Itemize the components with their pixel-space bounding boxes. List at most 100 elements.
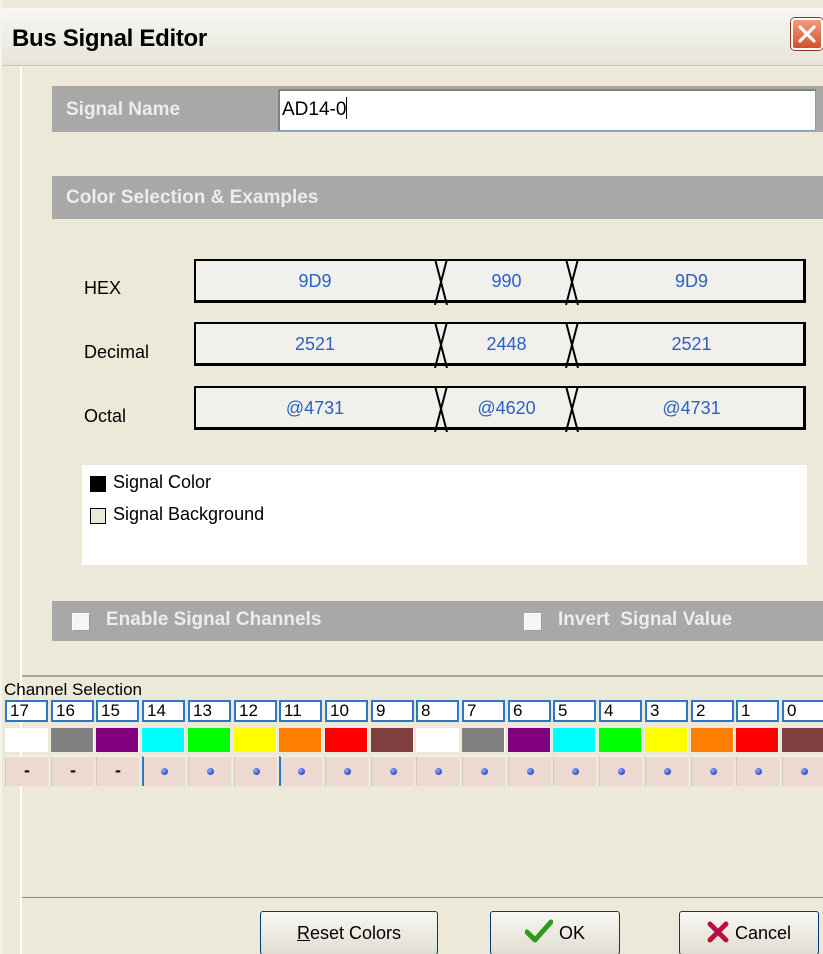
channel-number[interactable]: 10 xyxy=(325,700,368,722)
channel-color-swatch[interactable] xyxy=(736,728,779,752)
channel-enabled-dot-icon xyxy=(161,768,168,775)
channel-color-swatch[interactable] xyxy=(691,728,734,752)
channel-enabled-dot-icon xyxy=(754,768,762,775)
decimal-label: Decimal xyxy=(84,342,150,362)
channel-mode-toggle[interactable] xyxy=(736,756,779,786)
channel-number[interactable]: 11 xyxy=(279,700,322,722)
signal-background-label[interactable]: Signal Background xyxy=(113,504,264,525)
channel-mode-toggle[interactable] xyxy=(691,756,734,786)
channel-color-swatch[interactable] xyxy=(508,728,551,752)
channel-number[interactable]: 17 xyxy=(5,700,48,722)
signal-name-input[interactable]: AD14-0 xyxy=(278,89,816,131)
ok-button[interactable]: OK xyxy=(490,911,620,954)
channel-color-swatch[interactable] xyxy=(5,728,48,752)
signal-color-swatch[interactable] xyxy=(90,476,106,492)
channel-mode-toggle[interactable] xyxy=(508,756,551,786)
reset-colors-button[interactable]: Reset Colors xyxy=(260,911,438,954)
channel-mode-toggle[interactable] xyxy=(279,756,322,786)
channel-mode-toggle[interactable] xyxy=(325,756,368,786)
channel-number[interactable]: 7 xyxy=(462,700,505,722)
channel-color-swatch[interactable] xyxy=(599,728,642,752)
channel-enabled-dot-icon xyxy=(800,768,808,775)
channel-color-swatch[interactable] xyxy=(462,728,505,752)
enable-channels-checkbox[interactable] xyxy=(72,613,90,631)
hex-waveform[interactable]: 9D9 990 9D9 xyxy=(194,259,806,305)
channel-disabled-dash: - xyxy=(24,760,30,780)
transition-mark xyxy=(565,386,579,432)
signal-name-label: Signal Name xyxy=(66,99,181,120)
channel-mode-toggle[interactable] xyxy=(188,756,231,786)
channel-mode-toggle[interactable] xyxy=(645,756,688,786)
section-divider xyxy=(22,675,823,677)
channel-number[interactable]: 9 xyxy=(371,700,414,722)
signal-background-swatch[interactable] xyxy=(90,508,106,524)
decimal-value-2: 2448 xyxy=(486,334,527,354)
channel-number[interactable]: 3 xyxy=(645,700,688,722)
channel-mode-toggle[interactable]: - xyxy=(51,756,94,786)
channel-color-swatch[interactable] xyxy=(371,728,414,752)
options-band: Enable Signal Channels Invert Signal Val… xyxy=(52,601,823,641)
decimal-waveform[interactable]: 2521 2448 2521 xyxy=(194,322,806,368)
dialog-window: Bus Signal Editor Signal Name AD14-0 Col… xyxy=(0,0,823,954)
channel-number[interactable]: 6 xyxy=(508,700,551,722)
channel-number[interactable]: 13 xyxy=(188,700,231,722)
channel-color-swatch[interactable] xyxy=(325,728,368,752)
channel-color-swatch[interactable] xyxy=(782,728,823,752)
title-bar: Bus Signal Editor xyxy=(2,8,823,66)
cancel-button[interactable]: Cancel xyxy=(679,911,819,954)
channel-color-swatch[interactable] xyxy=(234,728,277,752)
invert-value-label[interactable]: Invert Signal Value xyxy=(558,609,732,631)
channel-mode-toggle[interactable] xyxy=(371,756,414,786)
channel-mode-toggle[interactable] xyxy=(416,756,459,786)
channel-number[interactable]: 1 xyxy=(736,700,779,722)
channel-color-swatch[interactable] xyxy=(188,728,231,752)
channel-mode-toggle[interactable] xyxy=(142,756,185,786)
channel-number[interactable]: 8 xyxy=(416,700,459,722)
octal-waveform[interactable]: @4731 @4620 @4731 xyxy=(194,386,806,432)
channel-color-swatch[interactable] xyxy=(51,728,94,752)
channel-color-swatch[interactable] xyxy=(645,728,688,752)
channel-number[interactable]: 0 xyxy=(782,700,823,722)
channel-color-swatch[interactable] xyxy=(142,728,185,752)
channel-mode-toggle[interactable]: - xyxy=(5,756,48,786)
transition-mark xyxy=(565,322,579,368)
channel-color-swatch[interactable] xyxy=(96,728,139,752)
channel-enabled-dot-icon xyxy=(206,768,214,775)
channel-number[interactable]: 12 xyxy=(234,700,277,722)
signal-color-label[interactable]: Signal Color xyxy=(113,472,211,493)
channel-number[interactable]: 2 xyxy=(691,700,734,722)
channel-number[interactable]: 4 xyxy=(599,700,642,722)
channel-color-swatch[interactable] xyxy=(279,728,322,752)
channel-number[interactable]: 5 xyxy=(553,700,596,722)
transition-mark xyxy=(565,259,579,305)
channel-enabled-dot-icon xyxy=(571,768,579,775)
channel-enabled-dot-icon xyxy=(389,768,397,775)
octal-label: Octal xyxy=(84,406,127,426)
channel-color-swatch[interactable] xyxy=(416,728,459,752)
channel-enabled-dot-icon xyxy=(663,768,671,775)
channel-number[interactable]: 14 xyxy=(142,700,185,722)
channel-mode-toggle[interactable] xyxy=(599,756,642,786)
bottom-divider xyxy=(22,897,823,898)
channel-mode-toggle[interactable] xyxy=(553,756,596,786)
invert-value-checkbox[interactable] xyxy=(524,613,542,631)
channel-color-swatch[interactable] xyxy=(553,728,596,752)
channel-mode-toggle[interactable] xyxy=(234,756,277,786)
dialog-body: Signal Name AD14-0 Color Selection & Exa… xyxy=(4,66,823,954)
color-selection-band: Color Selection & Examples xyxy=(52,176,823,219)
channel-disabled-dash: - xyxy=(70,760,76,780)
octal-value-1: @4731 xyxy=(285,398,345,418)
close-button[interactable] xyxy=(791,18,823,50)
hex-label: HEX xyxy=(84,278,122,298)
channel-mode-toggle[interactable]: - xyxy=(96,756,139,786)
enable-channels-label[interactable]: Enable Signal Channels xyxy=(106,609,321,631)
hex-value-3: 9D9 xyxy=(674,271,709,291)
channel-enabled-dot-icon xyxy=(298,768,305,775)
channel-mode-toggle[interactable] xyxy=(782,756,823,786)
channel-number[interactable]: 16 xyxy=(51,700,94,722)
channel-enabled-dot-icon xyxy=(343,768,351,775)
red-x-icon xyxy=(707,921,729,943)
channel-mode-toggle[interactable] xyxy=(462,756,505,786)
window-title: Bus Signal Editor xyxy=(12,25,207,52)
channel-number[interactable]: 15 xyxy=(96,700,139,722)
